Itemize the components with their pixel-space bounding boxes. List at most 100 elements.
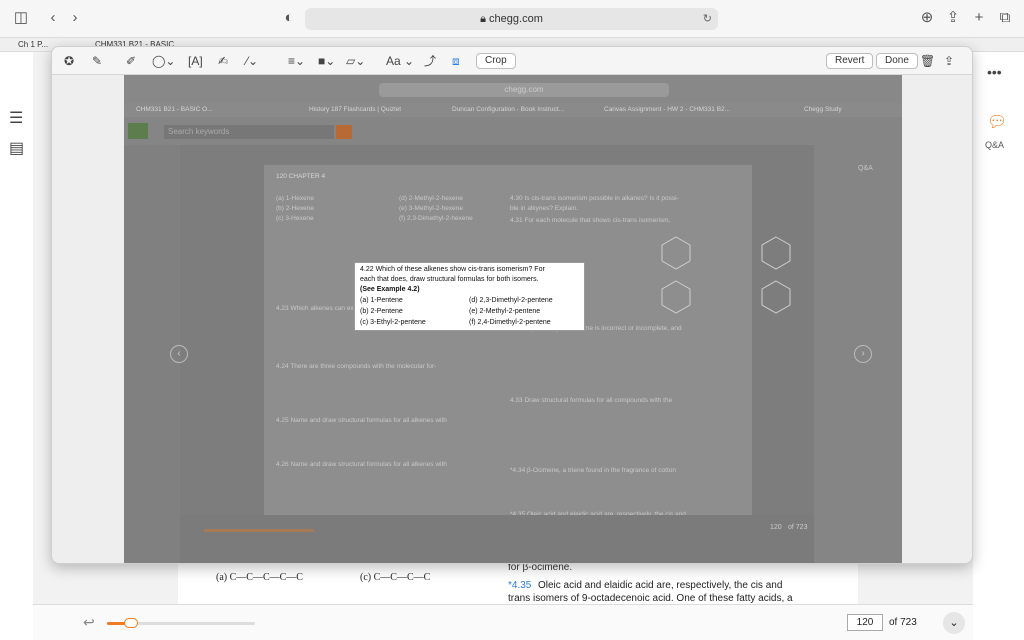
more-icon[interactable]: ••• [987,64,1002,80]
cyclohexene-structure [661,236,691,270]
sign-icon[interactable]: ✍︎ [218,53,228,69]
structure-a: (a) C—C—C—C—C [216,572,303,583]
book-line: 4.24 There are three compounds with the … [276,363,437,370]
captured-search-icon [336,125,352,139]
share-icon[interactable]: ⇪ [944,9,962,27]
book-line: 4.30 Is cis-trans isomerism possible in … [510,195,679,202]
book-line: (b) 2-Hexene [276,205,314,212]
book-line: (f) 2,3-Dimethyl-2-hexene [399,215,473,222]
structure-c: (c) C—C—C—C [360,572,431,583]
question-ref: (See Example 4.2) [360,286,420,293]
download-icon[interactable]: ⊕ [918,9,936,27]
captured-tab: CHM331 B21 - BASIC O... [136,106,213,113]
page-number-input[interactable]: 120 [847,614,883,631]
book-line: (c) 3-Hexene [276,215,314,222]
captured-page-total: of 723 [788,524,808,531]
book-line: (e) 3-Methyl-2-hexene [399,205,463,212]
book-line: *4.34 β-Ocimene, a triene found in the f… [510,467,676,474]
question-text-2: trans isomers of 9-octadecenoic acid. On… [508,593,793,604]
browser-toolbar: ◫ ‹ › ◐ 🔒︎ chegg.com ↻ ⊕ ⇪ + ⧉ [0,0,1024,38]
option: (c) 3-Ethyl-2-pentene [360,319,426,326]
tab-item[interactable]: Ch 1 P... [18,40,48,49]
book-line: 4.26 Name and draw structural formulas f… [276,461,447,468]
draw-icon[interactable]: ✐ [126,53,136,69]
question-title: 4.22 Which of these alkenes show cis-tra… [360,266,545,273]
back-icon[interactable]: ‹ [44,9,62,27]
tab-overview-icon[interactable]: ⧉ [996,9,1014,27]
captured-search-input: Search keywords [164,125,334,139]
option: (d) 2,3-Dimethyl-2-pentene [469,297,553,304]
new-tab-icon[interactable]: + [970,9,988,27]
captured-book-page: 120 CHAPTER 4 (a) 1-Hexene (b) 2-Hexene … [264,165,791,563]
option: (e) 2-Methyl-2-pentene [469,308,541,315]
done-button[interactable]: Done [876,53,918,69]
book-line: (a) 1-Hexene [276,195,314,202]
book-line: ble in alkynes? Explain. [510,205,578,212]
option: (a) 1-Pentene [360,297,403,304]
sketch-icon[interactable]: ✎ [92,53,102,69]
captured-tab: Duncan Configuration - Book Instruct... [452,106,565,113]
revert-button[interactable]: Revert [826,53,874,69]
captured-tab: Chegg Study [804,106,842,113]
captured-screenshot: chegg.com CHM331 B21 - BASIC O... Histor… [124,75,902,563]
captured-qa: Q&A [858,165,873,172]
outer-right-rail: ••• 💬︎ Q&A [973,52,1024,640]
list-icon[interactable]: ☰ [9,108,23,128]
rotate-icon[interactable]: ⤴ [424,53,436,69]
captured-tab: Canvas Assignment - HW 2 - CHM331 B2... [604,106,731,113]
sidebar-toggle-icon[interactable]: ◫ [12,9,30,27]
trash-icon[interactable]: 🗑︎ [920,53,935,69]
cyclohexene-structure [761,236,791,270]
question-number: *4.35 [508,580,532,591]
highlight-icon[interactable]: ⁄⌄ [246,53,258,69]
share-icon[interactable]: ⇪ [944,53,954,69]
forward-icon[interactable]: › [66,9,84,27]
page-total: of 723 [889,617,917,628]
lock-icon: 🔒︎ [480,13,490,25]
cyclohexene-structure [761,280,791,314]
shapes-icon[interactable]: ◯⌄ [152,53,175,69]
reload-icon[interactable]: ↻ [703,8,712,30]
next-page-icon: › [854,345,872,363]
address-bar[interactable]: 🔒︎ chegg.com ↻ [305,8,718,30]
captured-url: chegg.com [379,83,669,97]
option: (f) 2,4-Dimethyl-2-pentene [469,319,551,326]
shield-icon[interactable]: ◐ [280,9,298,27]
progress-track[interactable] [107,618,255,628]
outer-bottom-bar: ↩ 120 of 723 ⌄ [33,604,973,640]
captured-progress-fill [204,529,314,532]
shape-style-icon[interactable]: ≡⌄ [288,53,305,69]
text-box-icon[interactable]: [A] [188,53,203,69]
book-line: (d) 2-Methyl-2-hexene [399,195,463,202]
captured-bottom-bar: 120 of 723 [180,515,814,563]
notes-icon[interactable]: ▤ [9,138,24,158]
markup-window: ✪ ✎ ✐ ◯⌄ [A] ✍︎ ⁄⌄ ≡⌄ ■⌄ ▱⌄ Aa ⌄ ⤴ ⧈ Cro… [51,46,973,564]
back-arrow-icon[interactable]: ↩ [83,614,95,631]
qa-label[interactable]: Q&A [985,140,1004,150]
crop-icon[interactable]: ⧈ [452,53,460,69]
fill-color-icon[interactable]: ▱⌄ [346,53,365,69]
prev-page-icon: ‹ [170,345,188,363]
book-cover-thumbnail [128,123,148,139]
crop-button[interactable]: Crop [476,53,516,69]
text-style-button[interactable]: Aa ⌄ [386,53,414,69]
page-header: 120 CHAPTER 4 [276,173,326,180]
chevron-down-icon[interactable]: ⌄ [943,612,965,634]
border-color-icon[interactable]: ■⌄ [318,53,335,69]
markup-toolbar: ✪ ✎ ✐ ◯⌄ [A] ✍︎ ⁄⌄ ≡⌄ ■⌄ ▱⌄ Aa ⌄ ⤴ ⧈ Cro… [52,47,972,75]
captured-tabs: CHM331 B21 - BASIC O... History 187 Flas… [124,103,902,117]
progress-handle[interactable] [123,618,138,628]
markup-icon[interactable]: ✪ [64,53,74,69]
book-line: 4.25 Name and draw structural formulas f… [276,417,447,424]
captured-browser-chrome: chegg.com [124,75,902,103]
captured-page-current: 120 [770,524,782,531]
chat-icon[interactable]: 💬︎ [987,112,1007,132]
url-text: chegg.com [489,13,543,25]
book-line: 4.31 For each molecule that shows cis-tr… [510,217,671,224]
captured-tab: History 187 Flashcards | Quizlet [309,106,401,113]
cyclohexene-structure [661,280,691,314]
crop-selection[interactable]: 4.22 Which of these alkenes show cis-tra… [354,262,585,331]
book-line: 4.33 Draw structural formulas for all co… [510,397,673,404]
outer-left-rail: ☰ ▤ [0,52,33,640]
option: (b) 2-Pentene [360,308,403,315]
